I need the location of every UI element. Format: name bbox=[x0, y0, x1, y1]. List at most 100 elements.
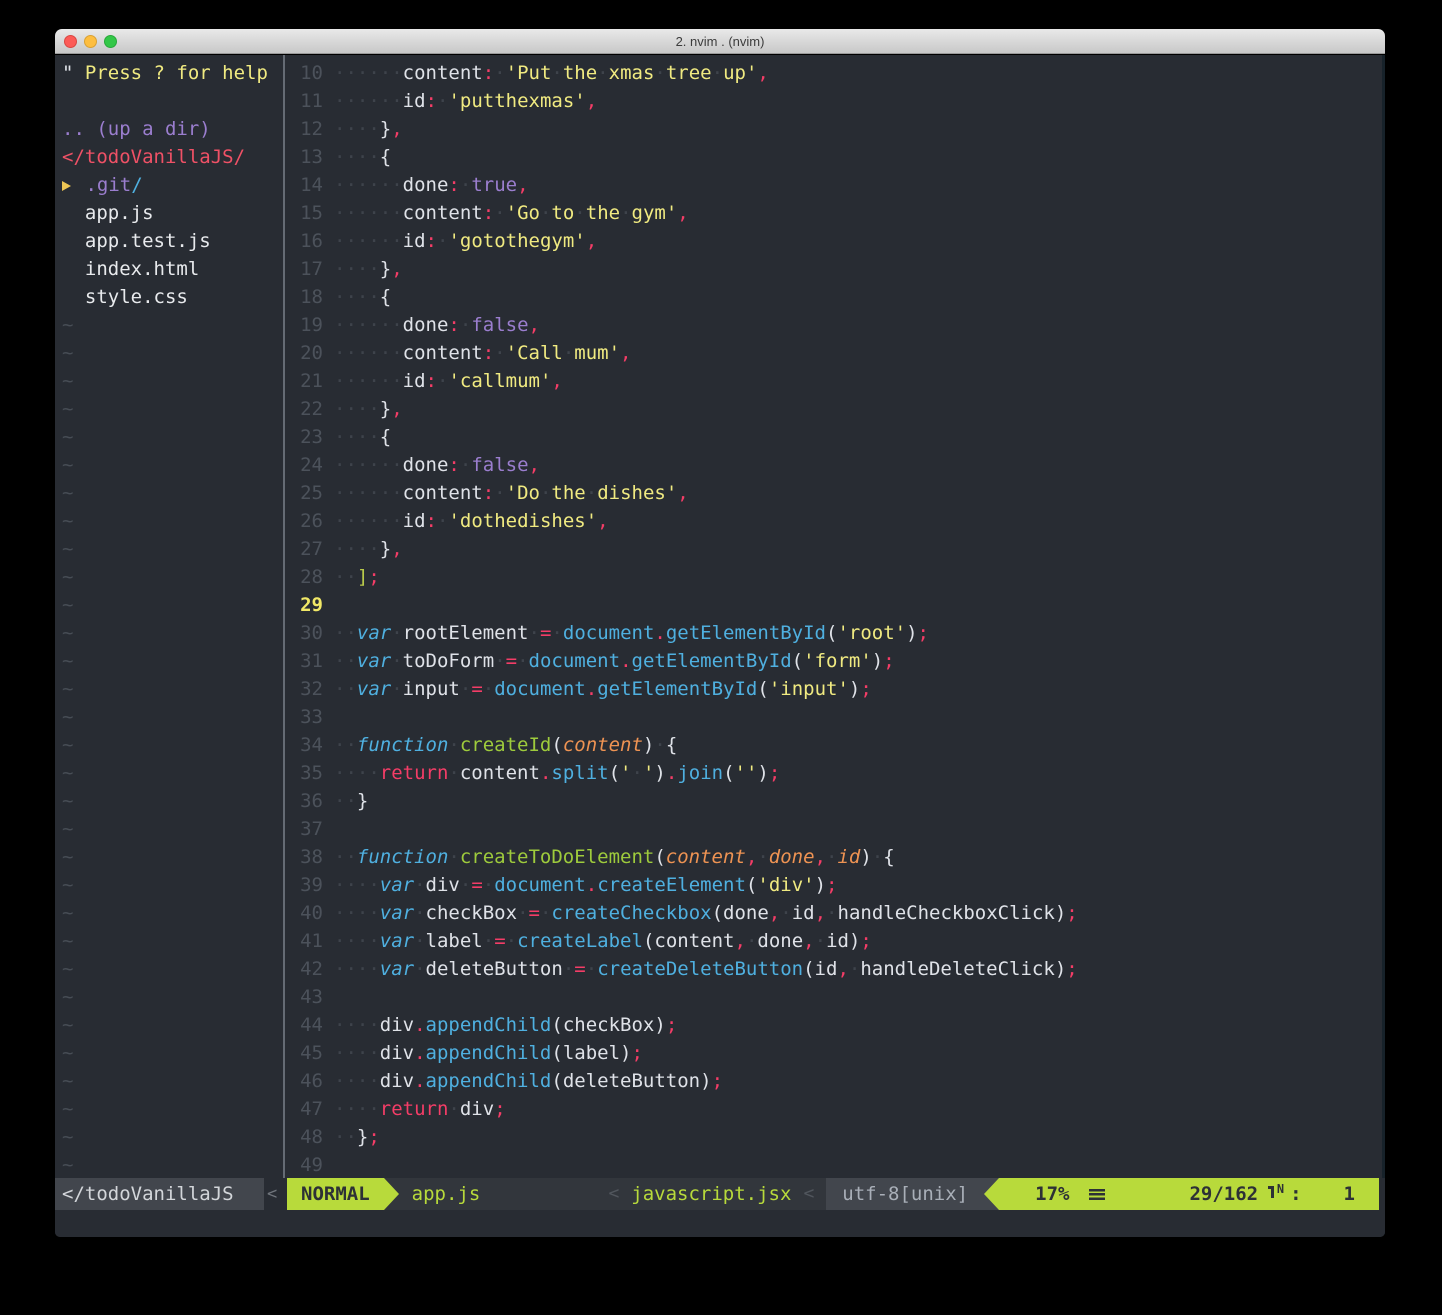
line-number: 26 bbox=[285, 507, 334, 535]
code-line[interactable]: 17····}, bbox=[285, 255, 1385, 283]
file-app-test-js[interactable]: app.test.js bbox=[55, 227, 283, 255]
empty-buffer-tilde: ~ bbox=[55, 535, 283, 563]
code-line[interactable]: 48··}; bbox=[285, 1123, 1385, 1151]
line-number: 11 bbox=[285, 87, 334, 115]
code-line[interactable]: 37 bbox=[285, 815, 1385, 843]
line-number: 46 bbox=[285, 1067, 334, 1095]
code-line[interactable]: 46····div.appendChild(deleteButton); bbox=[285, 1067, 1385, 1095]
code-line[interactable]: 30··var·rootElement·=·document.getElemen… bbox=[285, 619, 1385, 647]
nvim-content: " Press ? for help.. (up a dir)</todoVan… bbox=[55, 55, 1385, 1237]
empty-buffer-tilde: ~ bbox=[55, 423, 283, 451]
code-line[interactable]: 38··function·createToDoElement(content,·… bbox=[285, 843, 1385, 871]
chevron-left-icon: < bbox=[608, 1178, 619, 1210]
file-explorer-sidebar[interactable]: " Press ? for help.. (up a dir)</todoVan… bbox=[55, 59, 283, 1178]
code-line[interactable]: 16······id:·'gotothegym', bbox=[285, 227, 1385, 255]
code-text bbox=[334, 983, 1385, 1011]
file-index-html[interactable]: index.html bbox=[55, 255, 283, 283]
code-line[interactable]: 11······id:·'putthexmas', bbox=[285, 87, 1385, 115]
code-line[interactable]: 35····return·content.split('·').join('')… bbox=[285, 759, 1385, 787]
code-text: ··function·createToDoElement(content,·do… bbox=[334, 843, 1385, 871]
code-line[interactable]: 42····var·deleteButton·=·createDeleteBut… bbox=[285, 955, 1385, 983]
code-line[interactable]: 31··var·toDoForm·=·document.getElementBy… bbox=[285, 647, 1385, 675]
position-segment: 17% 29/162 N : 1 bbox=[999, 1178, 1379, 1210]
code-text: ······content:·'Put·the·xmas·tree·up', bbox=[334, 59, 1385, 87]
code-text bbox=[334, 815, 1385, 843]
code-text: ··}; bbox=[334, 1123, 1385, 1151]
line-number: 45 bbox=[285, 1039, 334, 1067]
trigram-icon bbox=[1089, 1189, 1105, 1200]
code-text: ······id:·'gotothegym', bbox=[334, 227, 1385, 255]
code-text: ··]; bbox=[334, 563, 1385, 591]
code-editor[interactable]: 10······content:·'Put·the·xmas·tree·up',… bbox=[285, 59, 1385, 1178]
code-text: ····{ bbox=[334, 423, 1385, 451]
line-number: 40 bbox=[285, 899, 334, 927]
empty-buffer-tilde: ~ bbox=[55, 339, 283, 367]
command-line[interactable] bbox=[55, 1210, 1385, 1237]
code-line[interactable]: 45····div.appendChild(label); bbox=[285, 1039, 1385, 1067]
dir-git[interactable]: .git/ bbox=[55, 171, 283, 199]
code-line[interactable]: 28··]; bbox=[285, 563, 1385, 591]
code-line[interactable]: 10······content:·'Put·the·xmas·tree·up', bbox=[285, 59, 1385, 87]
line-number: 15 bbox=[285, 199, 334, 227]
empty-buffer-tilde: ~ bbox=[55, 731, 283, 759]
code-line[interactable]: 40····var·checkBox·=·createCheckbox(done… bbox=[285, 899, 1385, 927]
code-text: ····div.appendChild(label); bbox=[334, 1039, 1385, 1067]
empty-buffer-tilde: ~ bbox=[55, 1011, 283, 1039]
empty-buffer-tilde: ~ bbox=[55, 563, 283, 591]
empty-buffer-tilde: ~ bbox=[55, 871, 283, 899]
code-line[interactable]: 33 bbox=[285, 703, 1385, 731]
line-number: 16 bbox=[285, 227, 334, 255]
code-line[interactable]: 41····var·label·=·createLabel(content,·d… bbox=[285, 927, 1385, 955]
empty-buffer-tilde: ~ bbox=[55, 507, 283, 535]
code-line[interactable]: 29 bbox=[285, 591, 1385, 619]
code-line[interactable]: 47····return·div; bbox=[285, 1095, 1385, 1123]
code-line[interactable]: 27····}, bbox=[285, 535, 1385, 563]
empty-buffer-tilde: ~ bbox=[55, 1151, 283, 1178]
code-text: ····}, bbox=[334, 115, 1385, 143]
folder-collapsed-arrow-icon bbox=[62, 181, 71, 191]
netrw-blank-line bbox=[55, 87, 283, 115]
line-number: 25 bbox=[285, 479, 334, 507]
current-dir-root[interactable]: </todoVanillaJS/ bbox=[55, 143, 283, 171]
code-line[interactable]: 34··function·createId(content)·{ bbox=[285, 731, 1385, 759]
code-line[interactable]: 18····{ bbox=[285, 283, 1385, 311]
empty-buffer-tilde: ~ bbox=[55, 311, 283, 339]
line-number-icon: N bbox=[1268, 1185, 1282, 1203]
code-line[interactable]: 20······content:·'Call·mum', bbox=[285, 339, 1385, 367]
filetype-label: javascript.jsx bbox=[631, 1178, 791, 1210]
code-line[interactable]: 15······content:·'Go·to·the·gym', bbox=[285, 199, 1385, 227]
code-line[interactable]: 39····var·div·=·document.createElement('… bbox=[285, 871, 1385, 899]
line-number: 12 bbox=[285, 115, 334, 143]
code-line[interactable]: 43 bbox=[285, 983, 1385, 1011]
code-line[interactable]: 19······done:·false, bbox=[285, 311, 1385, 339]
titlebar[interactable]: 2. nvim . (nvim) bbox=[55, 29, 1385, 54]
mode-indicator: NORMAL bbox=[287, 1178, 384, 1210]
code-line[interactable]: 21······id:·'callmum', bbox=[285, 367, 1385, 395]
code-line[interactable]: 25······content:·'Do·the·dishes', bbox=[285, 479, 1385, 507]
encoding-label: utf-8[unix] bbox=[826, 1178, 984, 1210]
file-app-js[interactable]: app.js bbox=[55, 199, 283, 227]
code-line[interactable]: 14······done:·true, bbox=[285, 171, 1385, 199]
code-line[interactable]: 23····{ bbox=[285, 423, 1385, 451]
code-line[interactable]: 44····div.appendChild(checkBox); bbox=[285, 1011, 1385, 1039]
empty-buffer-tilde: ~ bbox=[55, 1123, 283, 1151]
code-line[interactable]: 32··var·input·=·document.getElementById(… bbox=[285, 675, 1385, 703]
code-line[interactable]: 36··} bbox=[285, 787, 1385, 815]
file-style-css[interactable]: style.css bbox=[55, 283, 283, 311]
code-text: ····}, bbox=[334, 255, 1385, 283]
code-line[interactable]: 49 bbox=[285, 1151, 1385, 1178]
editor-statusline: NORMAL app.js < javascript.jsx < utf-8[u… bbox=[287, 1178, 1379, 1210]
line-number: 38 bbox=[285, 843, 334, 871]
code-text: ····var·checkBox·=·createCheckbox(done,·… bbox=[334, 899, 1385, 927]
code-line[interactable]: 22····}, bbox=[285, 395, 1385, 423]
code-line[interactable]: 26······id:·'dothedishes', bbox=[285, 507, 1385, 535]
code-line[interactable]: 24······done:·false, bbox=[285, 451, 1385, 479]
code-line[interactable]: 13····{ bbox=[285, 143, 1385, 171]
code-line[interactable]: 12····}, bbox=[285, 115, 1385, 143]
powerline-arrow-left-icon bbox=[984, 1178, 999, 1210]
updir-entry[interactable]: .. (up a dir) bbox=[55, 115, 283, 143]
code-text: ······done:·true, bbox=[334, 171, 1385, 199]
line-number: 41 bbox=[285, 927, 334, 955]
code-text: ··function·createId(content)·{ bbox=[334, 731, 1385, 759]
line-number: 32 bbox=[285, 675, 334, 703]
